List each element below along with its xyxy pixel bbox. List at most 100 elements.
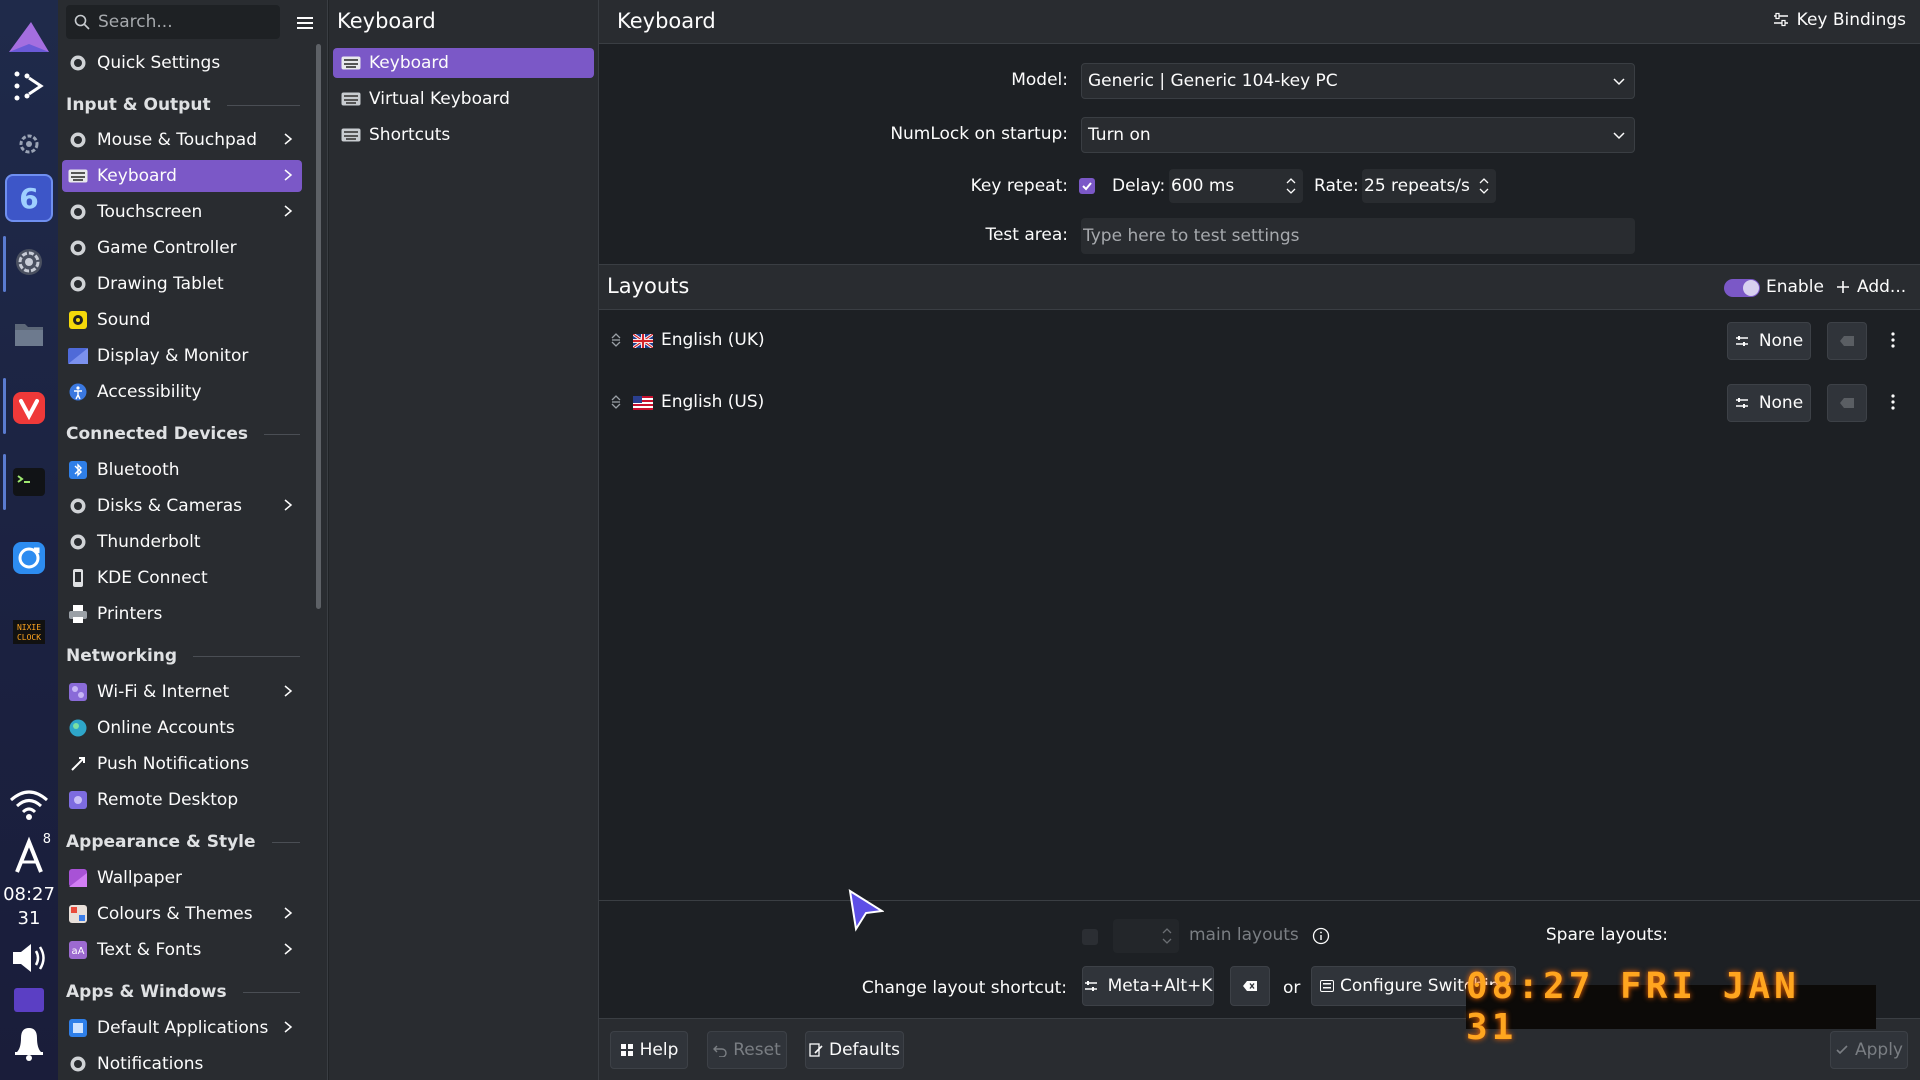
- sidebar-item-notifications[interactable]: Notifications: [62, 1048, 302, 1080]
- sidebar-item-wallpaper[interactable]: Wallpaper: [62, 862, 302, 894]
- checkmark-icon: [1082, 182, 1092, 191]
- sidebar-item-thunderbolt[interactable]: Thunderbolt: [62, 526, 302, 558]
- sidebar-item-accessibility[interactable]: Accessibility: [62, 376, 302, 408]
- remote-desktop-icon: [68, 790, 88, 810]
- spare-layouts-checkbox[interactable]: [1082, 929, 1098, 945]
- sidebar-item-wifi-internet[interactable]: Wi-Fi & Internet: [62, 676, 302, 708]
- sidebar-item-touchscreen[interactable]: Touchscreen: [62, 196, 302, 228]
- sidebar-item-label: Bluetooth: [97, 460, 180, 480]
- sidebar-item-bluetooth[interactable]: Bluetooth: [62, 454, 302, 486]
- sidebar-item-sound[interactable]: Sound: [62, 304, 302, 336]
- sidebar-item-quick-settings[interactable]: Quick Settings: [62, 47, 302, 79]
- reset-button[interactable]: Reset: [707, 1031, 787, 1069]
- spin-arrows-icon[interactable]: [1478, 175, 1490, 197]
- sidebar-item-display-monitor[interactable]: Display & Monitor: [62, 340, 302, 372]
- nixie-clock-app-icon[interactable]: NIXIE CLOCK: [5, 608, 53, 656]
- update-notifier-icon[interactable]: 8: [5, 832, 53, 880]
- sidebar-item-mouse-touchpad[interactable]: Mouse & Touchpad: [62, 124, 302, 156]
- dock-clock-time[interactable]: 08:27: [0, 882, 58, 908]
- spare-layouts-spinbox[interactable]: [1113, 919, 1179, 953]
- layout-row-english-uk[interactable]: English (UK) None: [599, 312, 1920, 368]
- clear-shortcut-button[interactable]: [1827, 322, 1867, 360]
- dock-clock-day[interactable]: 31: [0, 906, 58, 932]
- help-button[interactable]: Help: [610, 1031, 688, 1069]
- drag-handle-icon[interactable]: [611, 332, 621, 348]
- overflow-menu-icon[interactable]: [1891, 332, 1895, 348]
- thunderbolt-icon: [68, 532, 88, 552]
- sidebar-item-keyboard[interactable]: Keyboard: [62, 160, 302, 192]
- key-bindings-button[interactable]: Key Bindings: [1773, 10, 1906, 30]
- sync-app-icon[interactable]: [5, 534, 53, 582]
- subpanel-item-shortcuts[interactable]: Shortcuts: [333, 120, 594, 150]
- enable-layouts-toggle[interactable]: [1724, 279, 1760, 297]
- search-box[interactable]: [66, 5, 280, 39]
- drag-handle-icon[interactable]: [611, 394, 621, 410]
- wifi-icon[interactable]: [5, 780, 53, 828]
- delay-value: 600 ms: [1171, 176, 1235, 196]
- section-header-appearance-style: Appearance & Style: [66, 826, 306, 858]
- vivaldi-browser-icon[interactable]: [5, 384, 53, 432]
- model-combobox[interactable]: Generic | Generic 104-key PC: [1081, 63, 1635, 99]
- file-manager-icon[interactable]: [5, 310, 53, 358]
- defaults-button[interactable]: Defaults: [805, 1031, 904, 1069]
- virtual-desktop-icon[interactable]: [5, 976, 53, 1024]
- clear-layout-shortcut-button[interactable]: [1230, 966, 1270, 1006]
- sidebar-item-printers[interactable]: Printers: [62, 598, 302, 630]
- app-6-icon[interactable]: 6: [5, 174, 53, 222]
- sidebar-item-game-controller[interactable]: Game Controller: [62, 232, 302, 264]
- layout-shortcut-key-button[interactable]: Meta+Alt+K: [1082, 966, 1214, 1006]
- change-layout-shortcut-label: Change layout shortcut:: [861, 978, 1067, 998]
- sidebar-scrollbar[interactable]: [316, 44, 321, 609]
- key-repeat-checkbox[interactable]: [1079, 178, 1095, 194]
- app-launcher-icon[interactable]: [5, 14, 53, 62]
- touchscreen-icon: [68, 202, 88, 222]
- layout-shortcut-button[interactable]: None: [1727, 322, 1811, 360]
- settings-gear-icon[interactable]: [5, 120, 53, 168]
- numlock-value: Turn on: [1088, 125, 1151, 145]
- default-applications-icon: [68, 1018, 88, 1038]
- add-layout-button[interactable]: Add...: [1835, 277, 1906, 297]
- subpanel-item-keyboard[interactable]: Keyboard: [333, 48, 594, 78]
- sidebar-item-label: Display & Monitor: [97, 346, 249, 366]
- clear-shortcut-button[interactable]: [1827, 384, 1867, 422]
- terminal-icon[interactable]: [5, 458, 53, 506]
- layout-shortcut-button[interactable]: None: [1727, 384, 1811, 422]
- sidebar-item-push-notifications[interactable]: Push Notifications: [62, 748, 302, 780]
- sidebar-item-colours-themes[interactable]: Colours & Themes: [62, 898, 302, 930]
- overflow-menu-icon[interactable]: [1891, 394, 1895, 410]
- sidebar-item-drawing-tablet[interactable]: Drawing Tablet: [62, 268, 302, 300]
- nixie-clock-widget: 08:27 FRI JAN 31: [1466, 966, 1876, 1048]
- rate-value: 25 repeats/s: [1364, 176, 1470, 196]
- sidebar-item-disks-cameras[interactable]: Disks & Cameras: [62, 490, 302, 522]
- online-accounts-icon: [68, 718, 88, 738]
- or-label: or: [1283, 978, 1301, 998]
- sidebar-item-kde-connect[interactable]: KDE Connect: [62, 562, 302, 594]
- sidebar-item-label: Touchscreen: [97, 202, 203, 222]
- spin-arrows-icon[interactable]: [1285, 175, 1297, 197]
- chevron-right-icon: [284, 133, 293, 145]
- hamburger-menu-icon[interactable]: [292, 10, 318, 36]
- sidebar-item-online-accounts[interactable]: Online Accounts: [62, 712, 302, 744]
- spin-arrows-icon[interactable]: [1161, 925, 1173, 947]
- layout-row-english-us[interactable]: English (US) None: [599, 374, 1920, 430]
- rate-spinbox[interactable]: 25 repeats/s: [1362, 169, 1496, 203]
- main-content: Keyboard Key Bindings Model: NumLock on …: [599, 0, 1920, 1080]
- shortcuts-keyboard-icon: [341, 127, 361, 143]
- model-value: Generic | Generic 104-key PC: [1088, 71, 1338, 91]
- search-input[interactable]: [98, 12, 268, 32]
- volume-icon[interactable]: [5, 934, 53, 982]
- info-icon[interactable]: [1312, 927, 1330, 945]
- sidebar-item-text-fonts[interactable]: aA Text & Fonts: [62, 934, 302, 966]
- test-area-input[interactable]: [1081, 218, 1635, 254]
- mouse-cursor-icon: [848, 889, 884, 932]
- sidebar-item-default-applications[interactable]: Default Applications: [62, 1012, 302, 1044]
- subpanel-item-virtual-keyboard[interactable]: Virtual Keyboard: [333, 84, 594, 114]
- subpanel-title: Keyboard: [337, 9, 436, 33]
- delay-spinbox[interactable]: 600 ms: [1169, 169, 1303, 203]
- notifications-bell-icon[interactable]: [5, 1018, 53, 1066]
- system-settings-icon[interactable]: [5, 238, 53, 286]
- numlock-combobox[interactable]: Turn on: [1081, 117, 1635, 153]
- disks-cameras-icon: [68, 496, 88, 516]
- sidebar-item-remote-desktop[interactable]: Remote Desktop: [62, 784, 302, 816]
- overview-icon[interactable]: [5, 62, 53, 110]
